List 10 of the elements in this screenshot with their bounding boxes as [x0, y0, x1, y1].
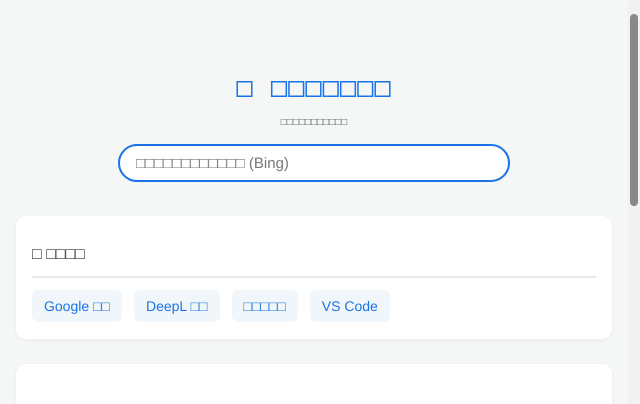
scrollbar-thumb[interactable]: [630, 14, 638, 206]
scrollbar[interactable]: [628, 0, 640, 404]
search-field[interactable]: □□□□□□□□□□□□ (Bing): [118, 144, 510, 182]
link-button[interactable]: Google □□: [32, 290, 122, 322]
subtitle: □□□□□□□□□□□: [280, 117, 348, 128]
link-button[interactable]: □□□□□: [232, 290, 298, 322]
page-title: □ □□□□□□□: [236, 72, 392, 103]
section-heading: □ □□□□: [32, 246, 596, 278]
link-button[interactable]: VS Code: [310, 290, 390, 322]
link-button[interactable]: DeepL □□: [134, 290, 220, 322]
